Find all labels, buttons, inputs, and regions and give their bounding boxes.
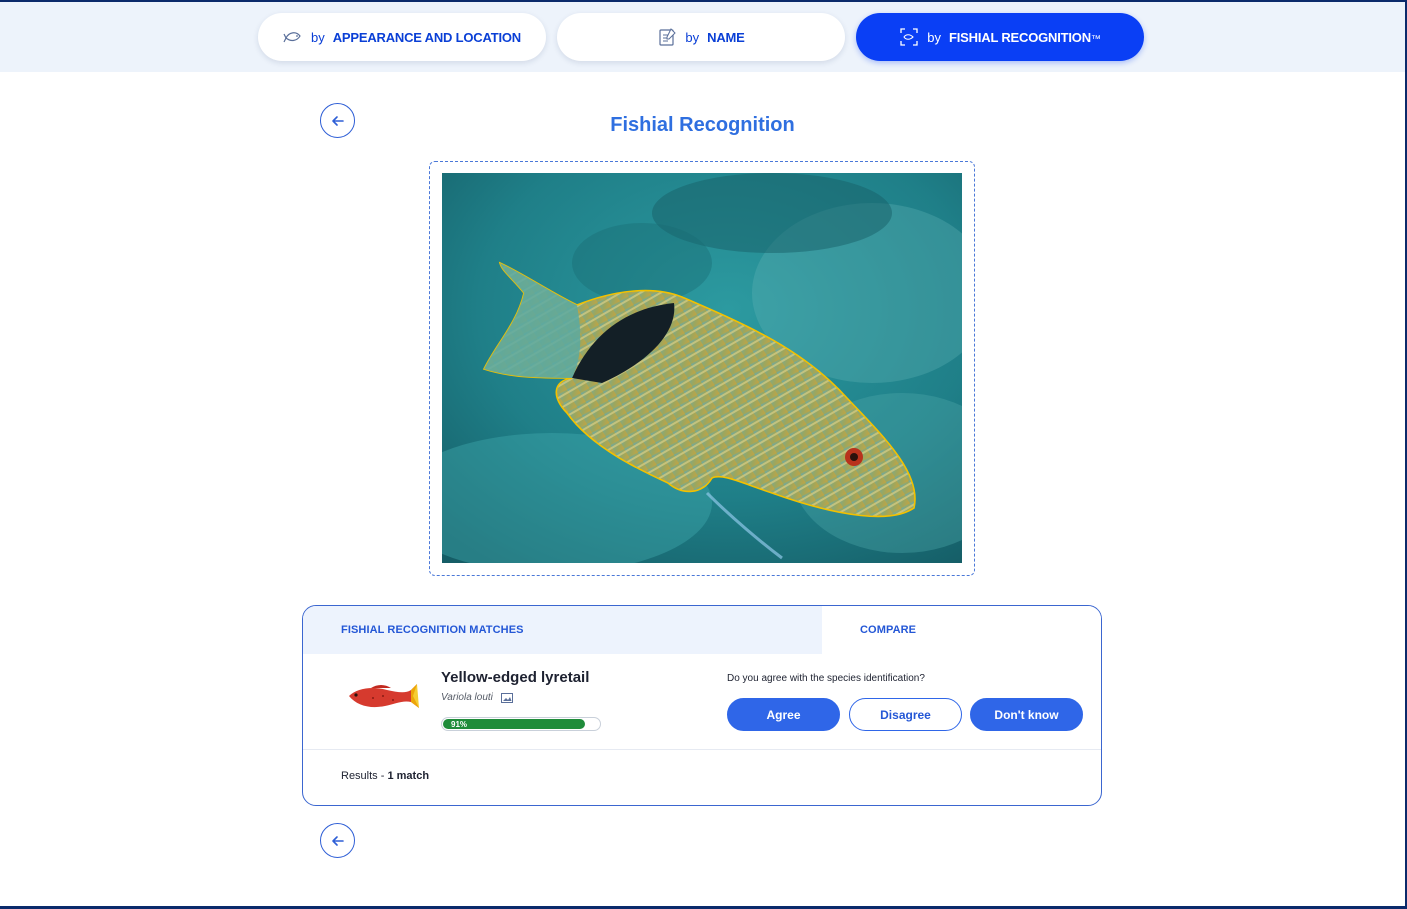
tab-by-label: by (685, 29, 700, 45)
results-card: FISHIAL RECOGNITION MATCHES COMPARE Yell… (302, 605, 1102, 806)
tab-compare[interactable]: COMPARE (822, 606, 1101, 654)
arrow-left-icon (330, 833, 346, 849)
tab-name[interactable]: by NAME (557, 13, 845, 61)
photo-frame (429, 161, 975, 576)
tab-recognition-matches[interactable]: FISHIAL RECOGNITION MATCHES (303, 606, 822, 654)
tab-name-label: FISHIAL RECOGNITION™ (949, 30, 1101, 45)
search-mode-bar: by APPEARANCE AND LOCATION by NAME by FI… (0, 2, 1405, 72)
tab-by-label: by (311, 29, 325, 45)
results-count-prefix: Results - (341, 770, 388, 782)
uploaded-fish-photo (442, 173, 962, 563)
notepad-icon (657, 27, 677, 47)
tab-name-label: NAME (707, 29, 745, 45)
agreement-question: Do you agree with the species identifica… (727, 673, 925, 684)
results-count-value: 1 match (387, 770, 430, 782)
image-icon[interactable] (500, 692, 513, 703)
trademark-symbol: ™ (1090, 33, 1101, 45)
results-tabs: FISHIAL RECOGNITION MATCHES COMPARE (303, 606, 1101, 654)
species-thumbnail[interactable] (343, 678, 421, 718)
species-scientific-row: Variola louti (441, 692, 513, 703)
fish-outline-icon (283, 27, 303, 47)
tab-fishial-recognition[interactable]: by FISHIAL RECOGNITION™ (856, 13, 1144, 61)
disagree-button[interactable]: Disagree (849, 698, 962, 731)
species-common-name[interactable]: Yellow-edged lyretail (441, 669, 589, 686)
tab-by-label: by (927, 29, 942, 45)
back-button-bottom[interactable] (320, 823, 355, 858)
page-title: Fishial Recognition (610, 114, 795, 136)
tab-name-text: FISHIAL RECOGNITION (949, 29, 1091, 45)
confidence-fill: 91% (443, 719, 585, 729)
match-row: Yellow-edged lyretail Variola louti 91% … (303, 654, 1101, 750)
results-count: Results - 1 match (341, 770, 429, 782)
tab-appearance-location[interactable]: by APPEARANCE AND LOCATION (258, 13, 546, 61)
agree-button[interactable]: Agree (727, 698, 840, 731)
scan-frame-icon (899, 27, 919, 47)
species-scientific-name: Variola louti (441, 692, 493, 703)
confidence-label: 91% (451, 720, 468, 729)
tab-name-label: APPEARANCE AND LOCATION (332, 29, 521, 45)
dont-know-button[interactable]: Don't know (970, 698, 1083, 731)
confidence-bar: 91% (441, 717, 601, 731)
